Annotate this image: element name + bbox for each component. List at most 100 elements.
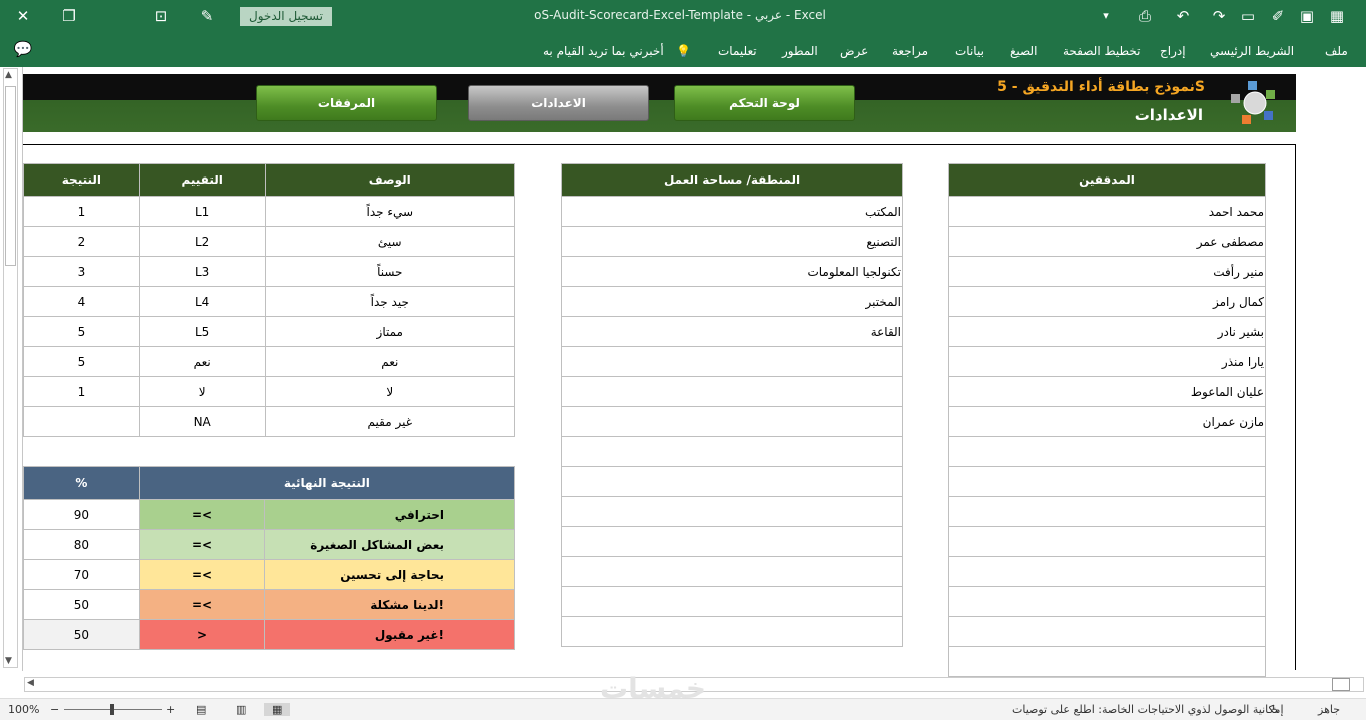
scroll-down-icon[interactable]: ▼ (5, 656, 12, 666)
cell[interactable]: 50 (23, 589, 140, 620)
edit-icon[interactable]: ✐ (1267, 6, 1289, 26)
cell[interactable]: =< (138, 559, 266, 590)
cell[interactable]: مازن عمران (948, 406, 1266, 437)
cell[interactable] (948, 586, 1266, 617)
cell[interactable]: تكنولجيا المعلومات (561, 256, 903, 287)
cell[interactable]: غير مقبول! (264, 619, 515, 650)
horizontal-scroll-thumb[interactable] (1332, 678, 1350, 691)
cell[interactable]: 2 (23, 226, 140, 257)
cell[interactable] (561, 496, 903, 527)
cell[interactable]: =< (138, 529, 266, 560)
cell[interactable]: NA (138, 406, 266, 437)
cell[interactable]: كمال رامز (948, 286, 1266, 317)
cell[interactable]: 1 (23, 196, 140, 227)
cell[interactable] (948, 616, 1266, 647)
print-preview-icon[interactable]: ⎙ (1134, 6, 1156, 26)
cell[interactable] (948, 526, 1266, 557)
close-icon[interactable]: ✕ (12, 6, 34, 26)
cell[interactable] (561, 376, 903, 407)
ribbon-display-icon[interactable]: ⊡ (150, 6, 172, 26)
cell[interactable]: بشير نادر (948, 316, 1266, 347)
cell[interactable]: L3 (138, 256, 266, 287)
autosave-icon[interactable]: ▦ (1326, 6, 1348, 26)
open-icon[interactable]: ▭ (1237, 6, 1259, 26)
tab-view[interactable]: عرض (840, 44, 868, 58)
zoom-in-icon[interactable]: + (166, 703, 175, 716)
dashboard-button[interactable]: لوحة التحكم (674, 85, 855, 121)
cell[interactable] (561, 406, 903, 437)
cell[interactable]: لا (138, 376, 266, 407)
normal-view-icon[interactable]: ▦ (264, 703, 291, 716)
tab-help[interactable]: تعليمات (718, 44, 757, 58)
cell[interactable]: 90 (23, 499, 140, 530)
cell[interactable] (23, 406, 140, 437)
cell[interactable]: محمد احمد (948, 196, 1266, 227)
cell[interactable] (561, 586, 903, 617)
cell[interactable] (948, 496, 1266, 527)
save-icon[interactable]: ▣ (1296, 6, 1318, 26)
cell[interactable] (561, 556, 903, 587)
page-layout-view-icon[interactable]: ▥ (236, 703, 246, 716)
cell[interactable] (948, 436, 1266, 467)
cell[interactable]: سيء جداً (264, 196, 516, 227)
qat-dropdown-icon[interactable]: ▾ (1095, 6, 1117, 26)
zoom-out-icon[interactable]: − (50, 703, 59, 716)
cell[interactable] (561, 466, 903, 497)
cell[interactable]: =< (138, 589, 266, 620)
cell[interactable] (561, 346, 903, 377)
cell[interactable]: 3 (23, 256, 140, 287)
cell[interactable]: L5 (138, 316, 266, 347)
cell[interactable] (948, 466, 1266, 497)
cell[interactable] (561, 526, 903, 557)
tab-home[interactable]: الشريط الرئيسي (1210, 44, 1294, 58)
cell[interactable]: يارا منذر (948, 346, 1266, 377)
zoom-level[interactable]: 100% (8, 703, 39, 716)
cell[interactable]: L4 (138, 286, 266, 317)
cell[interactable]: غير مقيم (264, 406, 516, 437)
accessibility-status[interactable]: إمكانية الوصول لذوي الاحتياجات الخاصة: ا… (1012, 703, 1284, 716)
settings-button[interactable]: الاعدادات (468, 85, 649, 121)
cell[interactable]: L1 (138, 196, 266, 227)
vertical-scroll-thumb[interactable] (5, 86, 16, 266)
cell[interactable]: مصطفى عمر (948, 226, 1266, 257)
cell[interactable]: نعم (138, 346, 266, 377)
cell[interactable]: بعض المشاكل الصغيرة (264, 529, 515, 560)
cell[interactable]: 4 (23, 286, 140, 317)
comments-icon[interactable]: 💬 (12, 39, 34, 59)
tab-file[interactable]: ملف (1325, 44, 1348, 58)
cell[interactable]: 5 (23, 316, 140, 347)
cell[interactable]: لدينا مشكلة! (264, 589, 515, 620)
cell[interactable]: بحاجة إلى تحسين (264, 559, 515, 590)
tell-me-search[interactable]: أخبرني بما تريد القيام به (543, 44, 664, 58)
cell[interactable]: ممتاز (264, 316, 516, 347)
tab-formulas[interactable]: الصيغ (1010, 44, 1037, 58)
tab-data[interactable]: بيانات (955, 44, 984, 58)
cell[interactable]: منير رأفت (948, 256, 1266, 287)
tab-developer[interactable]: المطور (782, 44, 818, 58)
cell[interactable]: القاعة (561, 316, 903, 347)
cell[interactable]: =< (138, 499, 266, 530)
scroll-left-icon[interactable]: ◀ (27, 678, 34, 688)
cell[interactable]: حسناً (264, 256, 516, 287)
cell[interactable]: نعم (264, 346, 516, 377)
cell[interactable]: 80 (23, 529, 140, 560)
signin-button[interactable]: تسجيل الدخول (240, 7, 332, 26)
cell[interactable]: 50 (23, 619, 140, 650)
tab-page-layout[interactable]: تخطيط الصفحة (1063, 44, 1140, 58)
cell[interactable]: المختبر (561, 286, 903, 317)
cell[interactable]: التصنيع (561, 226, 903, 257)
cell[interactable]: عليان الماعوط (948, 376, 1266, 407)
tab-insert[interactable]: إدراج (1160, 44, 1186, 58)
cell[interactable]: 5 (23, 346, 140, 377)
pen-icon[interactable]: ✎ (196, 6, 218, 26)
cell[interactable]: احترافي (264, 499, 515, 530)
cell[interactable] (948, 556, 1266, 587)
cell[interactable]: جيد جداً (264, 286, 516, 317)
cell[interactable]: > (138, 619, 266, 650)
tab-review[interactable]: مراجعة (892, 44, 928, 58)
zoom-slider-knob[interactable] (110, 704, 114, 715)
cell[interactable]: 70 (23, 559, 140, 590)
restore-icon[interactable]: ❐ (58, 6, 80, 26)
cell[interactable]: L2 (138, 226, 266, 257)
undo-icon[interactable]: ↶ (1172, 6, 1194, 26)
